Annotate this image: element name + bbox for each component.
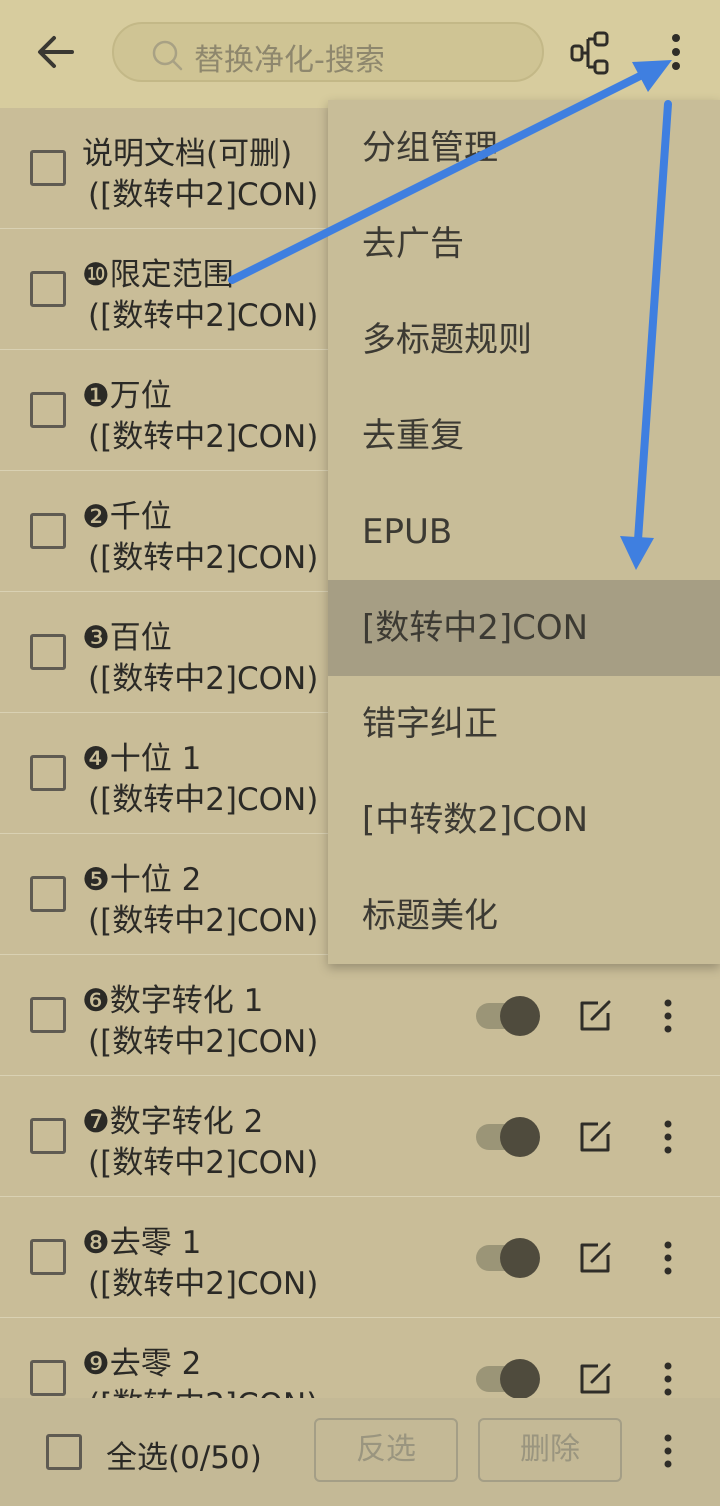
- group-icon: [570, 31, 609, 75]
- rule-group: ([数转中2]CON): [88, 1379, 318, 1398]
- menu-item-epub[interactable]: EPUB: [328, 484, 720, 580]
- enable-toggle[interactable]: [476, 995, 544, 1036]
- rule-group: ([数转中2]CON): [88, 1266, 319, 1302]
- back-button[interactable]: [30, 26, 82, 78]
- rule-group: ([数转中2]CON): [88, 903, 319, 939]
- more-vertical-icon: [672, 34, 680, 70]
- bottom-action-bar: 全选(0/50) 反选 删除: [0, 1398, 720, 1506]
- search-placeholder: 替换净化-搜索: [194, 43, 385, 78]
- rule-group: ([数转中2]CON): [88, 177, 319, 213]
- rule-title: ❼数字转化 2: [82, 1104, 264, 1140]
- edit-icon[interactable]: [576, 1239, 614, 1277]
- app-bar: 替换净化-搜索: [0, 0, 720, 108]
- toggle-thumb: [500, 1359, 540, 1398]
- rule-title: ❺十位 2: [82, 862, 202, 898]
- rule-group: ([数转中2]CON): [88, 661, 319, 697]
- row-checkbox[interactable]: [30, 755, 66, 791]
- rule-title: ❶万位: [82, 378, 172, 414]
- menu-item-num-to-chinese[interactable]: [数转中2]CON: [328, 580, 720, 676]
- more-vertical-icon[interactable]: [656, 997, 680, 1035]
- invert-selection-button[interactable]: 反选: [314, 1418, 458, 1482]
- rule-title: ❾去零 2: [82, 1346, 202, 1382]
- rule-group: ([数转中2]CON): [88, 1024, 319, 1060]
- more-vertical-icon[interactable]: [656, 1432, 680, 1470]
- search-icon: [152, 40, 183, 71]
- menu-item-dedupe[interactable]: 去重复: [328, 388, 720, 484]
- enable-toggle[interactable]: [476, 1116, 544, 1157]
- enable-toggle[interactable]: [476, 1237, 544, 1278]
- delete-button[interactable]: 删除: [478, 1418, 622, 1482]
- edit-icon[interactable]: [576, 997, 614, 1035]
- menu-item-title-beautify[interactable]: 标题美化: [328, 868, 720, 964]
- list-item[interactable]: ❽去零 1 ([数转中2]CON): [0, 1197, 720, 1318]
- list-item[interactable]: ❼数字转化 2 ([数转中2]CON): [0, 1076, 720, 1197]
- menu-item-remove-ads[interactable]: 去广告: [328, 196, 720, 292]
- group-button[interactable]: [568, 30, 616, 76]
- rule-group: ([数转中2]CON): [88, 419, 319, 455]
- rule-group: ([数转中2]CON): [88, 1145, 319, 1181]
- overflow-menu-button[interactable]: [660, 30, 692, 76]
- overflow-menu: 分组管理 去广告 多标题规则 去重复 EPUB [数转中2]CON 错字纠正 […: [328, 100, 720, 964]
- menu-item-group-management[interactable]: 分组管理: [328, 100, 720, 196]
- rule-title: ❽去零 1: [82, 1225, 202, 1261]
- rule-title: ❹十位 1: [82, 741, 202, 777]
- edit-icon[interactable]: [576, 1118, 614, 1156]
- rule-title: ❸百位: [82, 620, 172, 656]
- row-checkbox[interactable]: [30, 1118, 66, 1154]
- rule-title: ❻数字转化 1: [82, 983, 264, 1019]
- select-all-checkbox[interactable]: [46, 1434, 82, 1470]
- more-vertical-icon[interactable]: [656, 1118, 680, 1156]
- select-all-label[interactable]: 全选(0/50): [106, 1432, 262, 1477]
- rule-group: ([数转中2]CON): [88, 782, 319, 818]
- toggle-thumb: [500, 996, 540, 1036]
- row-checkbox[interactable]: [30, 1360, 66, 1396]
- rule-group: ([数转中2]CON): [88, 298, 319, 334]
- row-checkbox[interactable]: [30, 1239, 66, 1275]
- more-vertical-icon[interactable]: [656, 1360, 680, 1398]
- list-item[interactable]: ❻数字转化 1 ([数转中2]CON): [0, 955, 720, 1076]
- menu-item-multi-title-rules[interactable]: 多标题规则: [328, 292, 720, 388]
- row-checkbox[interactable]: [30, 876, 66, 912]
- row-checkbox[interactable]: [30, 997, 66, 1033]
- toggle-thumb: [500, 1238, 540, 1278]
- rule-title: ❷千位: [82, 499, 172, 535]
- toggle-thumb: [500, 1117, 540, 1157]
- more-vertical-icon[interactable]: [656, 1239, 680, 1277]
- rule-title: 说明文档(可删): [82, 136, 293, 172]
- menu-item-typo-fix[interactable]: 错字纠正: [328, 676, 720, 772]
- edit-icon[interactable]: [576, 1360, 614, 1398]
- rule-title: ❿限定范围: [82, 257, 234, 293]
- row-checkbox[interactable]: [30, 150, 66, 186]
- arrow-left-icon: [38, 36, 74, 68]
- list-item[interactable]: ❾去零 2 ([数转中2]CON): [0, 1318, 720, 1398]
- row-checkbox[interactable]: [30, 513, 66, 549]
- rule-group: ([数转中2]CON): [88, 540, 319, 576]
- enable-toggle[interactable]: [476, 1358, 544, 1398]
- menu-item-chinese-to-num[interactable]: [中转数2]CON: [328, 772, 720, 868]
- search-input[interactable]: 替换净化-搜索: [112, 22, 544, 82]
- row-checkbox[interactable]: [30, 634, 66, 670]
- row-checkbox[interactable]: [30, 271, 66, 307]
- row-checkbox[interactable]: [30, 392, 66, 428]
